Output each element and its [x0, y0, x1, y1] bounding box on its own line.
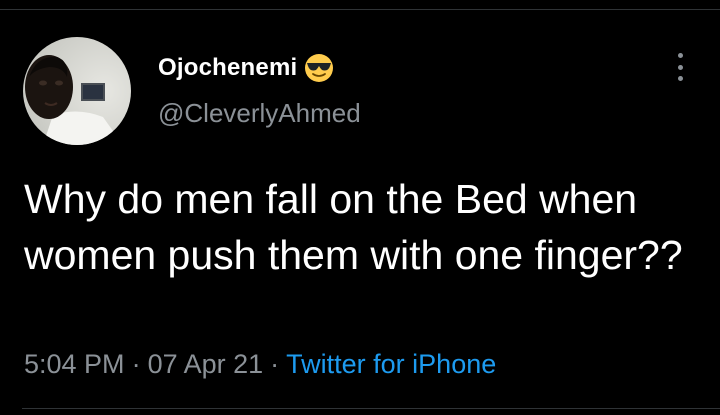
meta-separator: ·: [131, 349, 141, 379]
bottom-divider: [22, 408, 720, 409]
top-divider: [0, 9, 720, 10]
author-name-row[interactable]: Ojochenemi: [158, 52, 334, 84]
avatar[interactable]: [23, 37, 131, 145]
tweet-metadata: 5:04 PM · 07 Apr 21 · Twitter for iPhone: [24, 349, 496, 380]
tweet-source-link[interactable]: Twitter for iPhone: [286, 349, 496, 380]
more-options-icon[interactable]: [668, 53, 692, 81]
tweet-date[interactable]: 07 Apr 21: [148, 349, 264, 380]
author-display-name[interactable]: Ojochenemi: [158, 54, 297, 82]
sunglasses-emoji-icon: [305, 54, 334, 82]
tweet-time[interactable]: 5:04 PM: [24, 349, 125, 380]
meta-separator: ·: [270, 349, 280, 379]
author-handle[interactable]: @CleverlyAhmed: [158, 98, 361, 129]
tweet-text: Why do men fall on the Bed when women pu…: [24, 176, 683, 278]
